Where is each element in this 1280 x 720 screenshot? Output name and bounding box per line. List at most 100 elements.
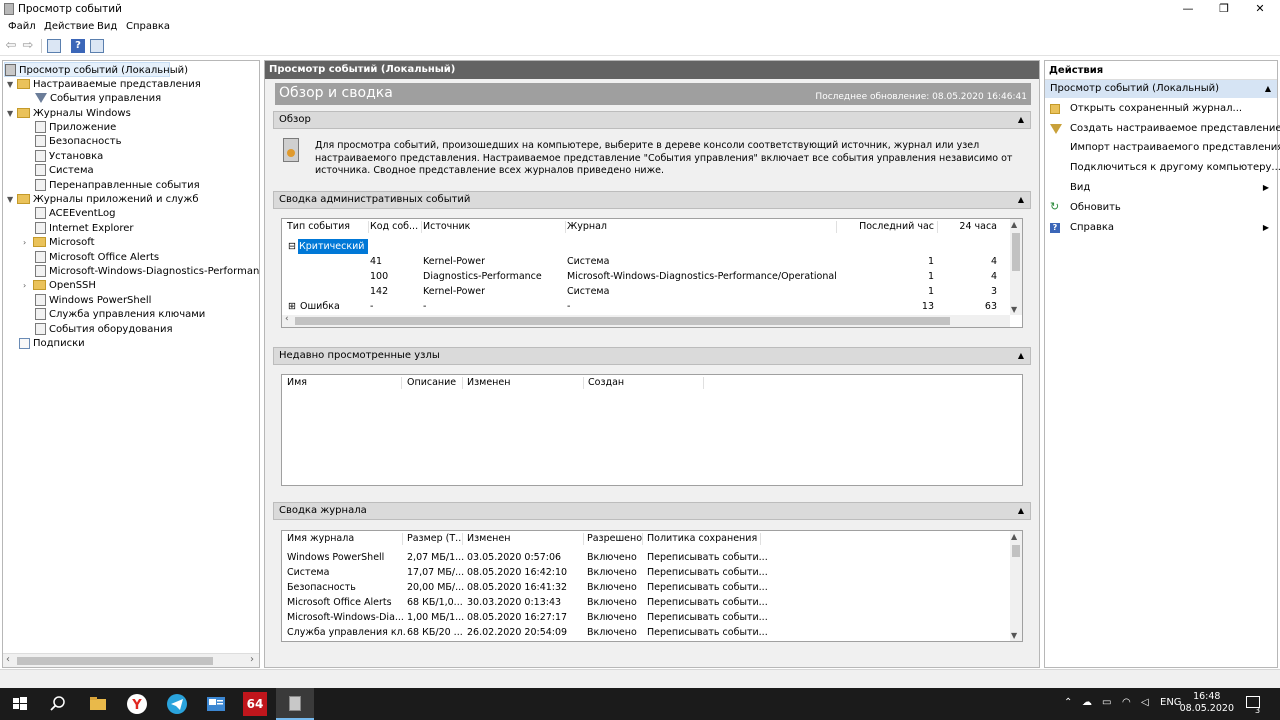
tree-item-windows-logs[interactable]: ▼ Журналы Windows [7, 106, 131, 121]
table-row[interactable]: - - - 3 11 [282, 239, 1022, 254]
search-icon[interactable] [46, 692, 70, 716]
column-header[interactable]: Политика сохранения [647, 531, 761, 547]
scrollbar-thumb[interactable] [1012, 233, 1020, 271]
collapse-icon[interactable]: ▲ [1018, 348, 1024, 364]
column-header[interactable]: Последний час [838, 219, 938, 235]
chevron-right-icon[interactable]: › [23, 235, 33, 250]
action-create-custom-view[interactable]: Создать настраиваемое представление... [1045, 120, 1280, 138]
tree-item-apps-services[interactable]: ▼ Журналы приложений и служб [7, 192, 199, 207]
table-row[interactable]: 100 Diagnostics-Performance Microsoft-Wi… [282, 269, 1022, 284]
tree-item-openssh[interactable]: › OpenSSH [23, 278, 96, 293]
action-refresh[interactable]: ↻ Обновить [1045, 199, 1277, 217]
admin-table-horizontal-scrollbar[interactable]: ‹ [282, 314, 1010, 327]
column-header[interactable]: Тип события [287, 219, 369, 235]
table-row[interactable]: ⊞ Ошибка - - - 13 63 [282, 299, 1022, 314]
tree-item-aceeventlog[interactable]: ACEEventLog [35, 206, 115, 221]
cloud-icon[interactable]: ☁ [1082, 697, 1092, 708]
forward-arrow-icon[interactable]: ⇨ [21, 39, 35, 53]
menu-action[interactable]: Действие [44, 21, 94, 32]
chevron-down-icon[interactable]: ▼ [7, 77, 17, 92]
tree-item-microsoft[interactable]: › Microsoft [23, 235, 95, 250]
event-viewer-taskbar-button[interactable] [276, 688, 314, 720]
column-header[interactable]: Источник [423, 219, 566, 235]
column-header[interactable]: Код соб... [370, 219, 422, 235]
scrollbar-thumb[interactable] [17, 657, 213, 665]
tree-horizontal-scrollbar[interactable]: ‹ › [3, 653, 259, 667]
admin-table-vertical-scrollbar[interactable]: ▲ ▼ [1010, 219, 1022, 315]
scroll-left-icon[interactable]: ‹ [285, 314, 289, 324]
tree-root[interactable]: Просмотр событий (Локальный) [4, 62, 188, 77]
tree-item-security[interactable]: Безопасность [35, 134, 122, 149]
log-table-vertical-scrollbar[interactable]: ▲ ▼ [1010, 531, 1022, 641]
table-row[interactable]: Служба управления кл... 68 КБ/20 ... 26.… [282, 625, 1022, 640]
column-header[interactable]: Имя [287, 375, 402, 391]
tree-item-setup[interactable]: Установка [35, 149, 103, 164]
tree-item-powershell[interactable]: Windows PowerShell [35, 293, 151, 308]
contacts-app-icon[interactable] [204, 692, 228, 716]
column-header[interactable]: Размер (Т... [407, 531, 463, 547]
overview-section-header[interactable]: Обзор ▲ [273, 111, 1031, 129]
menu-help[interactable]: Справка [126, 21, 170, 32]
chevron-right-icon[interactable]: › [23, 278, 33, 293]
menu-file[interactable]: Файл [8, 21, 36, 32]
table-row[interactable]: 142 Kernel-Power Система 1 3 [282, 284, 1022, 299]
volume-icon[interactable]: ◁ [1141, 697, 1149, 708]
tree-item-subscriptions[interactable]: Подписки [19, 336, 85, 351]
table-row[interactable]: Windows PowerShell 2,07 МБ/1... 03.05.20… [282, 550, 1022, 565]
table-row[interactable]: 41 Kernel-Power Система 1 4 [282, 254, 1022, 269]
scrollbar-thumb[interactable] [1012, 545, 1020, 557]
close-button[interactable]: ✕ [1242, 0, 1278, 18]
tree-item-forwarded[interactable]: Перенаправленные события [35, 178, 200, 193]
column-header[interactable]: Изменен [467, 375, 584, 391]
collapse-icon[interactable]: ▲ [1018, 192, 1024, 208]
windows-start-icon[interactable] [8, 692, 32, 716]
chevron-down-icon[interactable]: ▼ [7, 106, 17, 121]
log-summary-section-header[interactable]: Сводка журнала ▲ [273, 502, 1031, 520]
scroll-down-icon[interactable]: ▼ [1011, 631, 1017, 640]
language-indicator[interactable]: ENG [1160, 697, 1182, 708]
clock[interactable]: 16:48 08.05.2020 [1180, 691, 1234, 715]
menu-view[interactable]: Вид [97, 21, 117, 32]
tree-item-internet-explorer[interactable]: Internet Explorer [35, 221, 134, 236]
show-hide-tree-icon[interactable] [47, 39, 61, 53]
scrollbar-thumb[interactable] [295, 317, 950, 325]
tree-item-key-management[interactable]: Служба управления ключами [35, 307, 205, 322]
tree-item-application[interactable]: Приложение [35, 120, 116, 135]
recent-nodes-section-header[interactable]: Недавно просмотренные узлы ▲ [273, 347, 1031, 365]
action-help[interactable]: ? Справка ▶ [1045, 219, 1277, 237]
chevron-up-icon[interactable]: ⌃ [1064, 697, 1072, 708]
action-connect-computer[interactable]: Подключиться к другому компьютеру... [1045, 159, 1280, 177]
column-header[interactable]: Изменен [467, 531, 584, 547]
column-header[interactable]: Описание [407, 375, 463, 391]
column-header[interactable]: Журнал [567, 219, 837, 235]
action-view[interactable]: Вид ▶ [1045, 179, 1277, 197]
expand-icon[interactable]: ⊞ [288, 299, 296, 314]
file-explorer-icon[interactable] [86, 692, 110, 716]
help-icon[interactable]: ? [71, 39, 85, 53]
back-arrow-icon[interactable]: ⇦ [4, 39, 18, 53]
column-header[interactable]: Имя журнала [287, 531, 403, 547]
scroll-right-icon[interactable]: › [250, 654, 254, 665]
tree-item-custom-views[interactable]: ▼ Настраиваемые представления [7, 77, 201, 92]
collapse-icon[interactable]: ▲ [1265, 80, 1271, 98]
table-row[interactable]: Безопасность 20,00 МБ/... 08.05.2020 16:… [282, 580, 1022, 595]
scroll-left-icon[interactable]: ‹ [6, 654, 10, 665]
yandex-browser-icon[interactable]: Y [125, 692, 149, 716]
chevron-down-icon[interactable]: ▼ [7, 192, 17, 207]
table-row[interactable]: Microsoft-Windows-Dia... 1,00 МБ/1... 08… [282, 610, 1022, 625]
collapse-icon[interactable]: ▲ [1018, 112, 1024, 128]
telegram-icon[interactable] [165, 692, 189, 716]
scroll-down-icon[interactable]: ▼ [1011, 305, 1017, 314]
wifi-icon[interactable]: ◠ [1122, 697, 1131, 708]
battery-icon[interactable]: ▭ [1102, 697, 1111, 708]
aida64-icon[interactable]: 64 [243, 692, 267, 716]
scroll-up-icon[interactable]: ▲ [1011, 220, 1017, 229]
actions-section-header[interactable]: Просмотр событий (Локальный) ▲ [1045, 80, 1277, 98]
column-header[interactable]: 24 часа [939, 219, 999, 235]
minimize-button[interactable]: — [1170, 0, 1206, 18]
tree-item-hardware-events[interactable]: События оборудования [35, 322, 172, 337]
column-header[interactable]: Создан [588, 375, 704, 391]
collapse-icon[interactable]: ▲ [1018, 503, 1024, 519]
admin-summary-section-header[interactable]: Сводка административных событий ▲ [273, 191, 1031, 209]
column-header[interactable]: Разрешено [587, 531, 643, 547]
